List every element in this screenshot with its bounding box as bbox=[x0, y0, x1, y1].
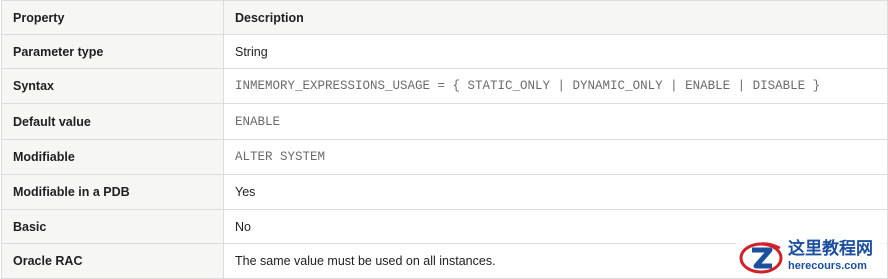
value-cell: String bbox=[223, 34, 888, 69]
property-cell: Modifiable in a PDB bbox=[1, 174, 224, 210]
property-cell: Oracle RAC bbox=[1, 243, 224, 279]
table-row: Modifiable ALTER SYSTEM bbox=[1, 139, 888, 175]
value-cell: Yes bbox=[223, 174, 888, 210]
property-cell: Syntax bbox=[1, 68, 224, 104]
table-header-row: Property Description bbox=[1, 0, 888, 35]
watermark-logo-icon bbox=[739, 242, 783, 274]
watermark-domain: herecours.com bbox=[788, 259, 867, 272]
column-header-property: Property bbox=[1, 0, 224, 35]
column-header-description: Description bbox=[223, 0, 888, 35]
watermark-title: 这里教程网 bbox=[788, 238, 873, 259]
property-cell: Parameter type bbox=[1, 34, 224, 69]
table-row: Syntax INMEMORY_EXPRESSIONS_USAGE = { ST… bbox=[1, 68, 888, 104]
property-cell: Modifiable bbox=[1, 139, 224, 175]
table-row: Default value ENABLE bbox=[1, 103, 888, 140]
syntax-code: INMEMORY_EXPRESSIONS_USAGE = { STATIC_ON… bbox=[223, 68, 888, 104]
property-cell: Basic bbox=[1, 209, 224, 244]
modifiable-code: ALTER SYSTEM bbox=[223, 139, 888, 175]
table-row: Modifiable in a PDB Yes bbox=[1, 174, 888, 210]
table-row: Parameter type String bbox=[1, 34, 888, 69]
property-cell: Default value bbox=[1, 103, 224, 140]
site-watermark: 这里教程网 herecours.com bbox=[736, 234, 886, 278]
default-value-code: ENABLE bbox=[223, 103, 888, 140]
